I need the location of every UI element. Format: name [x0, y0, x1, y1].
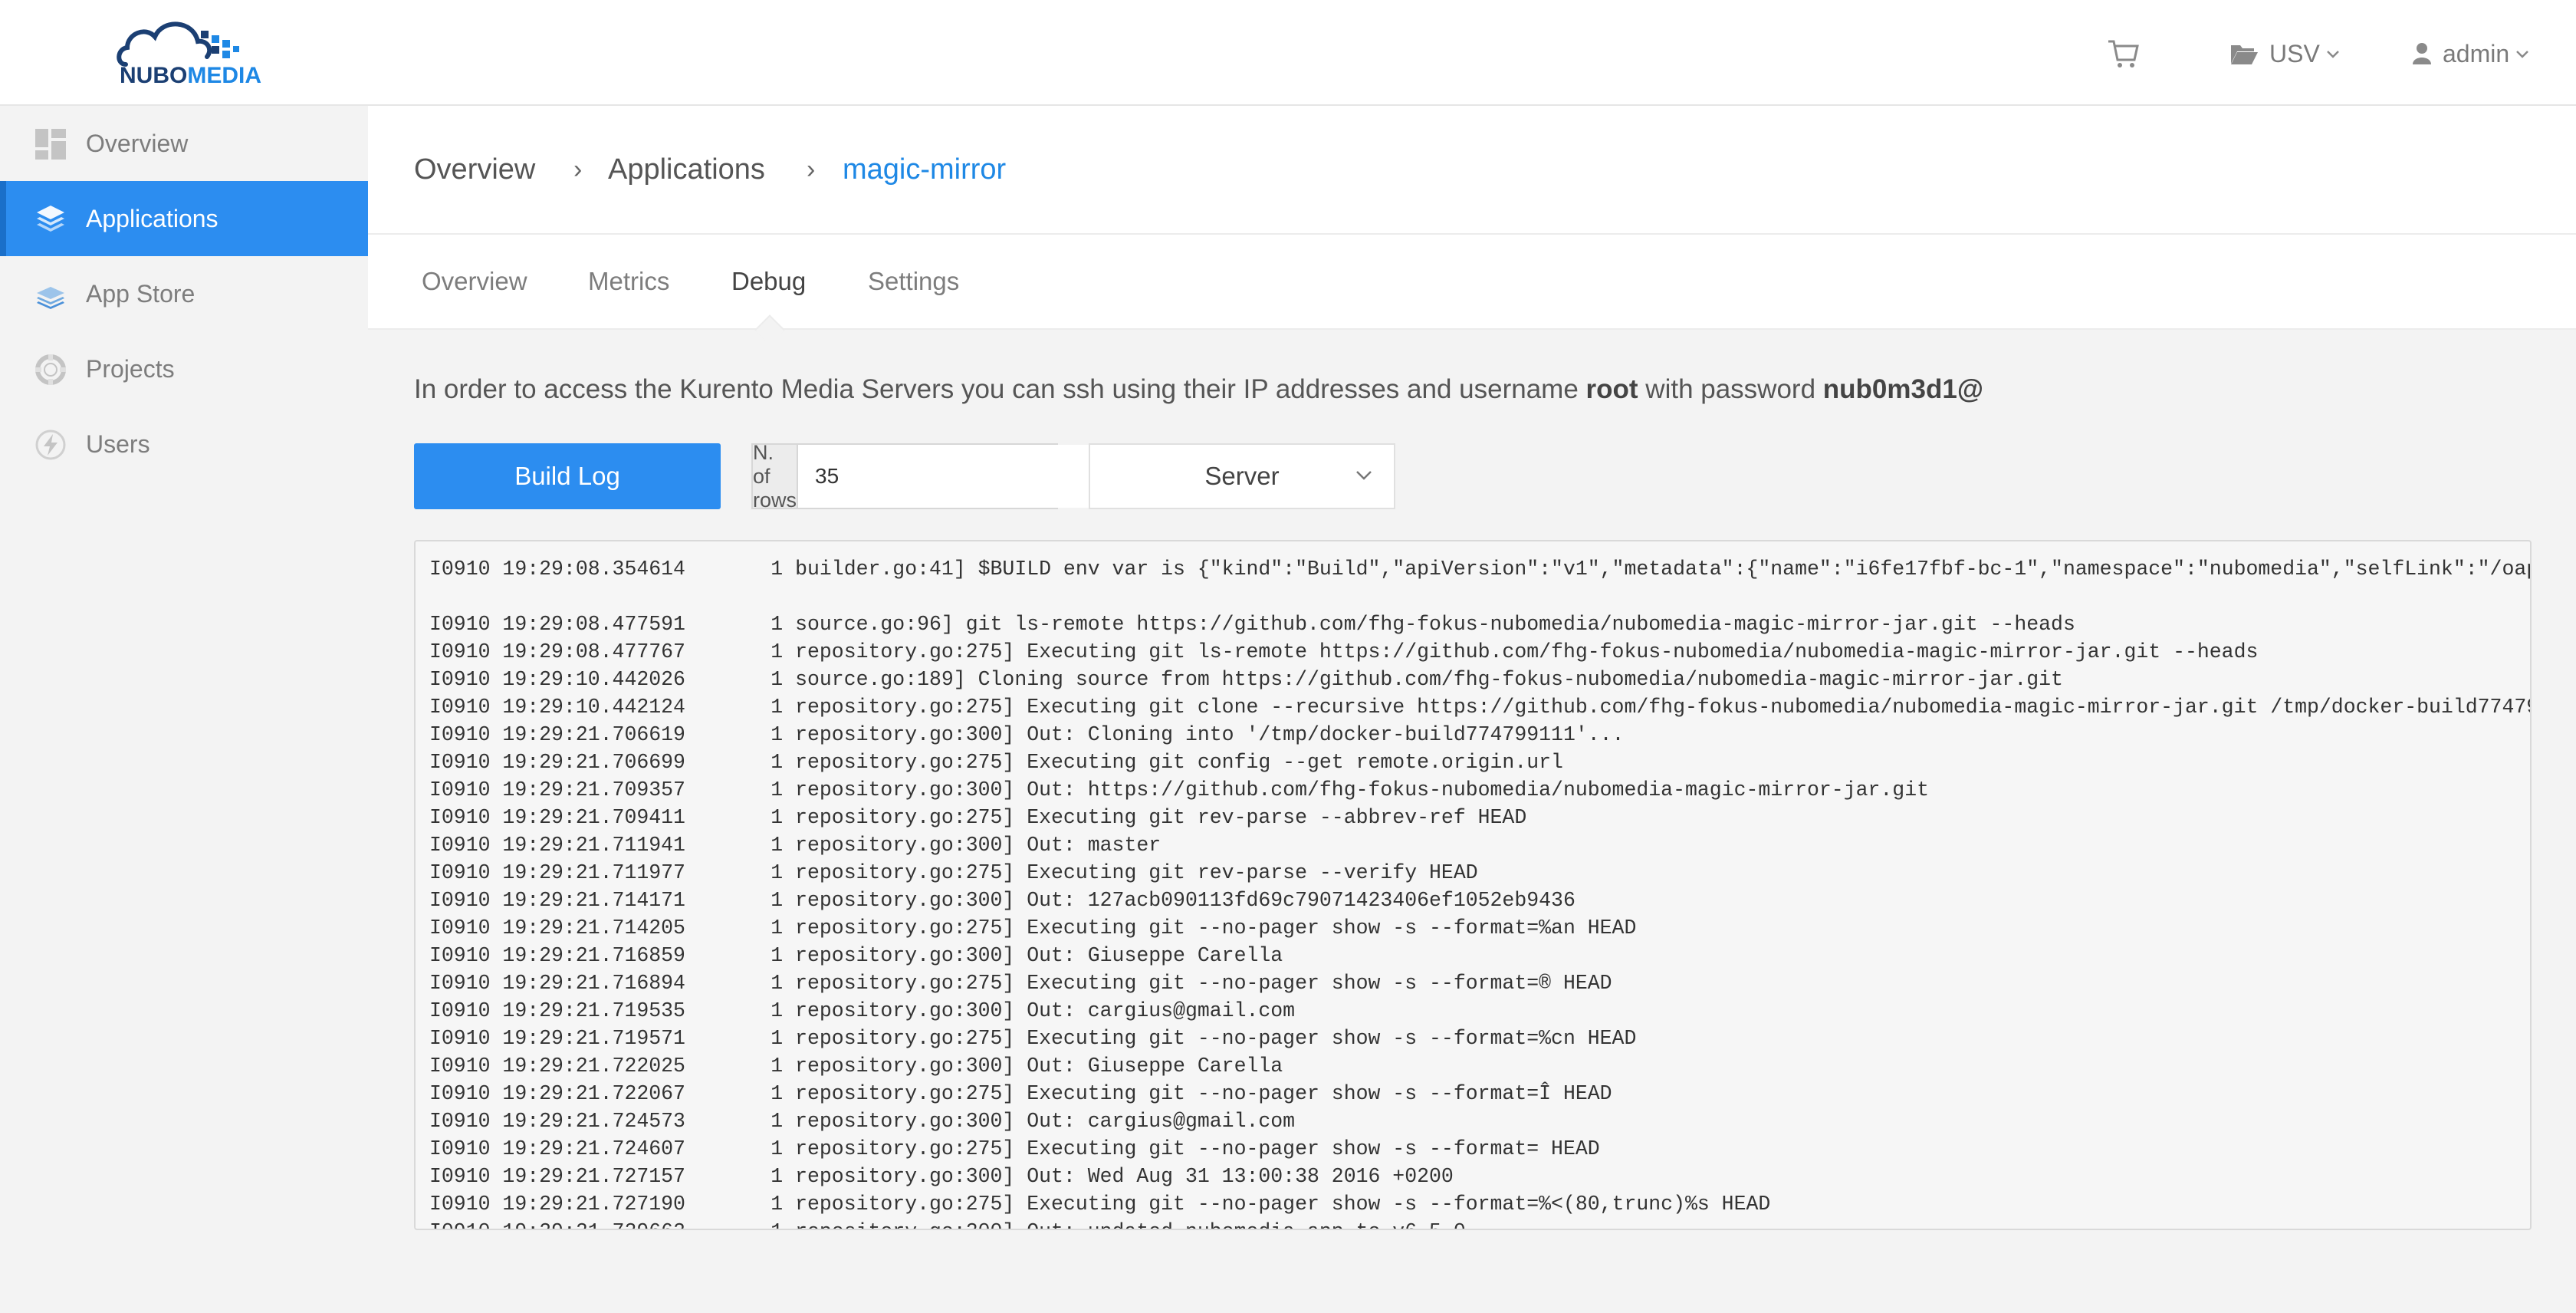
- sidebar-item-label: App Store: [86, 279, 196, 308]
- log-line: I0910 19:29:08.477591 1 source.go:96] gi…: [429, 613, 2075, 636]
- breadcrumb-applications[interactable]: Applications: [608, 153, 765, 186]
- log-line: I0910 19:29:21.727157 1 repository.go:30…: [429, 1165, 1454, 1188]
- rows-label: N. of rows: [753, 440, 798, 512]
- breadcrumb-current[interactable]: magic-mirror: [843, 153, 1006, 186]
- chevron-down-icon: [1356, 471, 1372, 480]
- breadcrumb-separator-icon: ›: [807, 155, 816, 184]
- main-content: Overview › Applications › magic-mirror O…: [368, 106, 2576, 1313]
- log-line: I0910 19:29:21.724607 1 repository.go:27…: [429, 1137, 1600, 1160]
- sidebar-item-projects[interactable]: Projects: [0, 331, 368, 406]
- top-bar: NUBOMEDIA USV admin: [0, 0, 2576, 106]
- breadcrumb-overview[interactable]: Overview: [414, 153, 535, 186]
- log-line: I0910 19:29:08.477767 1 repository.go:27…: [429, 640, 2259, 663]
- info-text-middle: with password: [1638, 374, 1823, 404]
- cart-icon: [2108, 40, 2139, 67]
- nubomedia-logo[interactable]: NUBOMEDIA: [115, 15, 268, 92]
- sidebar-item-app-store[interactable]: App Store: [0, 256, 368, 331]
- log-line: I0910 19:29:21.719535 1 repository.go:30…: [429, 999, 1296, 1022]
- log-line: I0910 19:29:21.716894 1 repository.go:27…: [429, 972, 1612, 995]
- rows-input[interactable]: [798, 445, 1092, 508]
- breadcrumb: Overview › Applications › magic-mirror: [368, 106, 2576, 235]
- ssh-username: root: [1585, 374, 1638, 404]
- cart-button[interactable]: [2107, 31, 2141, 77]
- tab-bar: Overview Metrics Debug Settings: [368, 235, 2576, 345]
- ssh-password: nub0m3d1@: [1822, 374, 1983, 404]
- sidebar-item-label: Overview: [86, 129, 189, 157]
- workspace-label: USV: [2269, 39, 2320, 67]
- sidebar-item-label: Applications: [86, 204, 219, 232]
- info-text-before: In order to access the Kurento Media Ser…: [414, 374, 1586, 404]
- logo-text-part1: NUBO: [120, 63, 188, 88]
- log-text: I0910 19:29:08.354614 1 builder.go:41] $…: [416, 541, 2532, 1229]
- log-line: I0910 19:29:21.709411 1 repository.go:27…: [429, 806, 1527, 829]
- server-select[interactable]: Server: [1089, 443, 1395, 509]
- chevron-down-icon: [2516, 51, 2529, 58]
- log-output[interactable]: I0910 19:29:08.354614 1 builder.go:41] $…: [414, 540, 2532, 1230]
- chevron-down-icon: [2326, 51, 2339, 58]
- sidebar: Overview Applications App Store Projects: [0, 106, 368, 1313]
- build-log-button[interactable]: Build Log: [414, 443, 721, 509]
- rows-input-group: N. of rows: [751, 440, 1092, 512]
- dashboard-icon: [35, 129, 66, 160]
- log-line: I0910 19:29:21.724573 1 repository.go:30…: [429, 1110, 1296, 1133]
- user-icon: [2413, 43, 2431, 64]
- tab-debug[interactable]: Debug: [731, 267, 806, 296]
- user-dropdown[interactable]: admin: [2412, 31, 2529, 77]
- workspace-dropdown[interactable]: USV: [2229, 31, 2340, 77]
- server-select-label: Server: [1204, 462, 1280, 490]
- active-tab-indicator: [754, 314, 785, 345]
- sidebar-item-label: Users: [86, 429, 150, 458]
- log-line: I0910 19:29:21.729662 1 repository.go:30…: [429, 1220, 1466, 1229]
- tab-metrics[interactable]: Metrics: [588, 267, 669, 296]
- log-line: I0910 19:29:21.709357 1 repository.go:30…: [429, 778, 1930, 801]
- sidebar-item-overview[interactable]: Overview: [0, 106, 368, 181]
- log-line: I0910 19:29:21.714171 1 repository.go:30…: [429, 889, 1576, 912]
- breadcrumb-separator-icon: ›: [573, 155, 583, 184]
- log-line: I0910 19:29:21.722025 1 repository.go:30…: [429, 1055, 1283, 1078]
- lifebuoy-icon: [35, 354, 66, 385]
- tab-settings[interactable]: Settings: [868, 267, 959, 296]
- logo-text-part2: MEDIA: [187, 63, 262, 88]
- sidebar-item-applications[interactable]: Applications: [0, 181, 368, 256]
- tab-overview[interactable]: Overview: [422, 267, 527, 296]
- log-line: I0910 19:29:10.442026 1 source.go:189] C…: [429, 668, 2063, 691]
- logo-wordmark: NUBOMEDIA: [120, 63, 261, 89]
- log-line: I0910 19:29:21.706699 1 repository.go:27…: [429, 751, 1563, 774]
- layers-icon: [37, 206, 64, 232]
- sidebar-item-users[interactable]: Users: [0, 406, 368, 482]
- ssh-info-text: In order to access the Kurento Media Ser…: [414, 374, 1983, 405]
- sidebar-item-label: Projects: [86, 354, 175, 383]
- folder-open-icon: [2231, 45, 2258, 64]
- log-line: I0910 19:29:21.727190 1 repository.go:27…: [429, 1193, 1771, 1216]
- log-line: I0910 19:29:10.442124 1 repository.go:27…: [429, 696, 2532, 719]
- user-label: admin: [2443, 39, 2510, 67]
- cloud-logo-icon: [117, 21, 239, 67]
- stack-icon: [37, 287, 64, 309]
- log-line: I0910 19:29:08.354614 1 builder.go:41] $…: [429, 558, 2532, 581]
- log-line: I0910 19:29:21.706619 1 repository.go:30…: [429, 723, 1625, 746]
- log-line: I0910 19:29:21.711977 1 repository.go:27…: [429, 861, 1478, 884]
- log-line: I0910 19:29:21.722067 1 repository.go:27…: [429, 1082, 1612, 1105]
- log-line: I0910 19:29:21.719571 1 repository.go:27…: [429, 1027, 1637, 1050]
- log-line: I0910 19:29:21.716859 1 repository.go:30…: [429, 944, 1283, 967]
- log-line: I0910 19:29:21.714205 1 repository.go:27…: [429, 916, 1637, 940]
- bolt-icon: [35, 429, 66, 460]
- log-line: I0910 19:29:21.711941 1 repository.go:30…: [429, 834, 1162, 857]
